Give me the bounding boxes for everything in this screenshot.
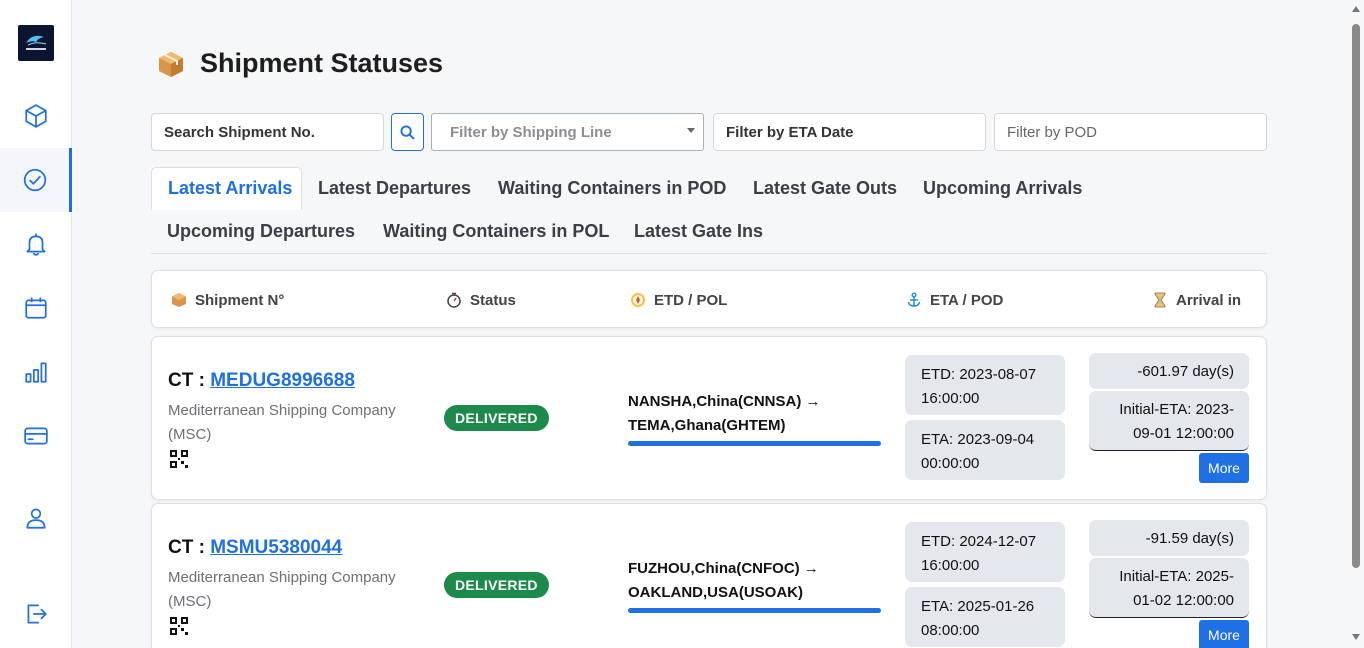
- sidebar-item-profile[interactable]: [0, 486, 72, 550]
- table-row: CT : MEDUG8996688 Mediterranean Shipping…: [151, 336, 1267, 500]
- route-text: NANSHA,China(CNNSA) → TEMA,Ghana(GHTEM): [628, 393, 821, 434]
- tab-upcoming-departures[interactable]: Upcoming Departures: [151, 210, 371, 253]
- carrier-name: Mediterranean Shipping Company (MSC): [168, 402, 396, 443]
- bell-icon: [26, 233, 46, 256]
- arrival-days: -601.97 day(s): [1089, 353, 1249, 389]
- bar-chart-icon: [25, 362, 47, 383]
- scroll-down-arrow-icon[interactable]: [1352, 634, 1360, 640]
- qr-code-icon[interactable]: [170, 617, 188, 635]
- user-icon: [26, 508, 46, 529]
- shipment-id: CT : MEDUG8996688: [168, 370, 355, 391]
- eta-date-input[interactable]: Filter by ETA Date: [713, 113, 986, 151]
- sidebar: [0, 0, 72, 648]
- sidebar-item-logout[interactable]: [0, 582, 72, 646]
- shipping-line-placeholder: Filter by Shipping Line: [450, 123, 612, 141]
- shipment-id: CT : MSMU5380044: [168, 537, 343, 558]
- status-badge: DELIVERED: [444, 572, 549, 598]
- search-icon: [400, 124, 415, 140]
- tab-latest-departures[interactable]: Latest Departures: [302, 167, 487, 210]
- eta-box: ETA: 2023-09-04 00:00:00: [905, 420, 1065, 480]
- filter-bar: Search Shipment No. Filter by Shipping L…: [151, 113, 1267, 151]
- more-button[interactable]: More: [1199, 620, 1249, 648]
- sidebar-item-reports[interactable]: [0, 340, 72, 404]
- hourglass-icon: [1154, 292, 1166, 308]
- calendar-icon: [25, 297, 47, 319]
- tab-upcoming-arrivals[interactable]: Upcoming Arrivals: [907, 167, 1098, 210]
- stopwatch-icon: [447, 292, 461, 308]
- status-badge: DELIVERED: [444, 405, 549, 431]
- shipment-number-link[interactable]: MSMU5380044: [210, 537, 342, 558]
- route-progress-bar: [628, 608, 881, 613]
- qr-code-icon[interactable]: [170, 450, 188, 468]
- table-row: CT : MSMU5380044 Mediterranean Shipping …: [151, 503, 1267, 648]
- tab-latest-arrivals[interactable]: Latest Arrivals: [151, 167, 302, 210]
- main-content: Shipment Statuses Search Shipment No. Fi…: [72, 0, 1348, 648]
- initial-eta: Initial-ETA: 2023-09-01 12:00:00: [1089, 391, 1249, 451]
- vertical-scrollbar[interactable]: [1348, 0, 1364, 648]
- chevron-down-icon: [687, 128, 695, 133]
- pod-input[interactable]: Filter by POD: [994, 113, 1267, 151]
- scroll-up-arrow-icon[interactable]: [1352, 6, 1360, 12]
- search-button[interactable]: [391, 113, 424, 151]
- eta-box: ETA: 2025-01-26 08:00:00: [905, 587, 1065, 647]
- carrier-name: Mediterranean Shipping Company (MSC): [168, 569, 396, 610]
- tab-latest-gate-ins[interactable]: Latest Gate Ins: [618, 210, 779, 253]
- etd-box: ETD: 2024-12-07 16:00:00: [905, 522, 1065, 582]
- column-status: Status: [446, 271, 516, 329]
- sidebar-item-statuses[interactable]: [0, 148, 72, 212]
- compass-icon: [631, 293, 645, 307]
- shipment-number-link[interactable]: MEDUG8996688: [210, 370, 355, 391]
- initial-eta: Initial-ETA: 2025-01-02 12:00:00: [1089, 558, 1249, 618]
- more-button[interactable]: More: [1199, 453, 1249, 483]
- tab-waiting-containers-pol[interactable]: Waiting Containers in POL: [367, 210, 625, 253]
- app-logo[interactable]: [18, 25, 54, 61]
- package-icon: [159, 51, 183, 77]
- column-eta-pod: ETA / POD: [906, 271, 1003, 329]
- search-input[interactable]: Search Shipment No.: [151, 113, 384, 151]
- sidebar-item-calendar[interactable]: [0, 276, 72, 340]
- etd-box: ETD: 2023-08-07 16:00:00: [905, 355, 1065, 415]
- column-etd-pol: ETD / POL: [630, 271, 727, 329]
- route-text: FUZHOU,China(CNFOC) → OAKLAND,USA(USOAK): [628, 560, 819, 601]
- shipping-line-select[interactable]: Filter by Shipping Line: [431, 113, 704, 151]
- cube-icon: [25, 104, 47, 128]
- package-icon: [172, 293, 186, 307]
- sidebar-item-shipments[interactable]: [0, 84, 72, 148]
- check-circle-icon: [23, 168, 46, 192]
- tab-latest-gate-outs[interactable]: Latest Gate Outs: [737, 167, 913, 210]
- arrival-days: -91.59 day(s): [1089, 520, 1249, 556]
- tab-waiting-containers-pod[interactable]: Waiting Containers in POD: [482, 167, 742, 210]
- table-header: Shipment N° Status ETD / POL ETA / POD A…: [151, 270, 1267, 328]
- column-shipment-number: Shipment N°: [171, 271, 284, 329]
- credit-card-icon: [24, 427, 48, 445]
- page-title: Shipment Statuses: [156, 48, 443, 79]
- route-progress-bar: [628, 441, 881, 446]
- sidebar-item-notifications[interactable]: [0, 212, 72, 276]
- sidebar-item-billing[interactable]: [0, 404, 72, 468]
- scrollbar-thumb[interactable]: [1352, 24, 1360, 568]
- column-arrival-in: Arrival in: [1152, 271, 1241, 329]
- logout-icon: [27, 604, 47, 624]
- page-title-text: Shipment Statuses: [200, 48, 444, 78]
- tab-bar: Latest Arrivals Latest Departures Waitin…: [151, 167, 1267, 254]
- anchor-icon: [907, 292, 921, 307]
